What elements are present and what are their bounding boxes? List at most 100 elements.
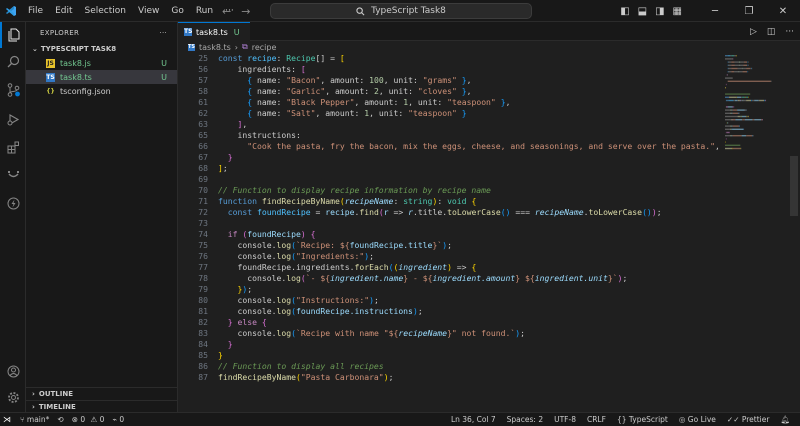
outline-section[interactable]: › OUTLINE	[26, 387, 178, 400]
code-line[interactable]: 76 console.log("Ingredients:");	[178, 251, 723, 262]
ports-status[interactable]: ⌁ 0	[112, 415, 124, 424]
end-of-line[interactable]: CRLF	[587, 415, 606, 424]
code-line[interactable]: 58 { name: "Garlic", amount: 2, unit: "c…	[178, 86, 723, 97]
restore-button[interactable]: ❐	[732, 0, 766, 22]
menu-file[interactable]: File	[22, 0, 49, 22]
menu-run[interactable]: Run	[190, 0, 219, 22]
file-name: task8.js	[60, 58, 91, 68]
code-line[interactable]: 71 function findRecipeByName(recipeName: …	[178, 196, 723, 207]
minimap[interactable]	[723, 53, 787, 163]
account-icon[interactable]	[0, 358, 26, 384]
vertical-scrollbar[interactable]	[788, 41, 800, 391]
minimap-token	[734, 61, 739, 63]
toggle-panel-icon[interactable]: ⬓	[638, 6, 647, 17]
code-line[interactable]: 87 findRecipeByName("Pasta Carbonara");	[178, 372, 723, 383]
customize-layout-icon[interactable]: ▦	[673, 6, 682, 17]
line-source: } else {	[227, 317, 267, 327]
file-item-task8-js[interactable]: JS task8.js U	[26, 56, 177, 70]
back-arrow-icon[interactable]: ←	[222, 5, 231, 18]
code-line[interactable]: 82 } else {	[178, 317, 723, 328]
close-window-button[interactable]: ✕	[766, 0, 800, 22]
ts-file-icon: TS	[184, 28, 193, 36]
code-line[interactable]: 78 console.log(`- ${ingredient.name} - $…	[178, 273, 723, 284]
command-center[interactable]: TypeScript Task8	[270, 3, 532, 19]
code-line[interactable]: 80 console.log("Instructions:");	[178, 295, 723, 306]
title-bar-controls: ◧ ⬓ ◨ ▦ ─ ❐ ✕	[620, 0, 800, 22]
code-line[interactable]: 56 ingredients: [	[178, 64, 723, 75]
line-source: // Function to display recipe informatio…	[218, 185, 491, 195]
sync-icon[interactable]: ⟲	[57, 415, 63, 424]
problems-status[interactable]: ⊗ 0 ⚠ 0	[72, 415, 105, 424]
project-folder-header[interactable]: ⌄ TYPESCRIPT TASK8	[26, 42, 177, 56]
code-line[interactable]: 70 // Function to display recipe informat…	[178, 185, 723, 196]
code-line[interactable]: 69	[178, 174, 723, 185]
code-line[interactable]: 77 foundRecipe.ingredients.forEach((ingr…	[178, 262, 723, 273]
scrollbar-thumb[interactable]	[790, 156, 798, 216]
minimap-token	[725, 55, 728, 57]
minimap-token	[728, 71, 732, 73]
more-actions-icon[interactable]: ···	[785, 27, 794, 37]
code-line[interactable]: 79 });	[178, 284, 723, 295]
code-line[interactable]: 75 console.log(`Recipe: ${foundRecipe.ti…	[178, 240, 723, 251]
breadcrumb-symbol[interactable]: recipe	[252, 43, 277, 52]
explorer-icon[interactable]	[0, 22, 26, 48]
cursor-position[interactable]: Ln 36, Col 7	[451, 415, 496, 424]
code-line[interactable]: 86 // Function to display all recipes	[178, 361, 723, 372]
menu-edit[interactable]: Edit	[49, 0, 78, 22]
run-icon[interactable]: ▷	[750, 27, 757, 37]
code-line[interactable]: 62 { name: "Salt", amount: 1, unit: "tea…	[178, 108, 723, 119]
indentation[interactable]: Spaces: 2	[507, 415, 543, 424]
code-line[interactable]: 25 const recipe: Recipe[] = [	[178, 53, 723, 64]
code-line[interactable]: 85}	[178, 350, 723, 361]
file-item-tsconfig-json[interactable]: {} tsconfig.json	[26, 84, 177, 98]
branch-status[interactable]: ⑂ main*	[20, 415, 49, 424]
code-line[interactable]: 74 if (foundRecipe) {	[178, 229, 723, 240]
source-control-icon[interactable]	[0, 77, 26, 103]
minimap-token	[731, 55, 734, 57]
code-line[interactable]: 83 console.log(`Recipe with name "${reci…	[178, 328, 723, 339]
search-icon[interactable]	[0, 48, 26, 74]
explorer-more-button[interactable]: ···	[159, 29, 167, 37]
split-editor-icon[interactable]: ◫	[767, 27, 776, 37]
json-file-icon: {}	[46, 87, 55, 95]
minimize-button[interactable]: ─	[698, 0, 732, 22]
code-line[interactable]: 81 console.log(foundRecipe.instructions)…	[178, 306, 723, 317]
go-live-button[interactable]: ◎ Go Live	[679, 415, 716, 424]
lightning-icon[interactable]	[0, 190, 26, 216]
code-line[interactable]: 66 "Cook the pasta, fry the bacon, mix t…	[178, 141, 723, 152]
code-line[interactable]: 68];	[178, 163, 723, 174]
minimap-token	[730, 135, 732, 137]
encoding[interactable]: UTF-8	[554, 415, 576, 424]
minimap-token	[746, 109, 747, 111]
settings-gear-icon[interactable]	[0, 384, 26, 410]
remote-explorer-icon[interactable]	[0, 162, 26, 188]
code-editor[interactable]: 25 const recipe: Recipe[] = [56 ingredien…	[178, 53, 723, 391]
menu-view[interactable]: View	[132, 0, 165, 22]
remote-indicator-icon[interactable]: ⋊	[0, 413, 14, 426]
minimap-token	[725, 58, 732, 60]
file-item-task8-ts[interactable]: TS task8.ts U	[26, 70, 177, 84]
toggle-primary-sidebar-icon[interactable]: ◧	[620, 6, 629, 17]
vscode-logo-icon[interactable]	[0, 0, 22, 22]
minimap-token	[725, 147, 733, 150]
notifications-bell-icon[interactable]: 🔔︎	[780, 415, 790, 424]
menu-go[interactable]: Go	[165, 0, 189, 22]
code-line[interactable]: 72 const foundRecipe = recipe.find(r => …	[178, 207, 723, 218]
forward-arrow-icon[interactable]: →	[241, 5, 250, 18]
prettier-status[interactable]: ✓✓ Prettier	[727, 415, 770, 424]
toggle-secondary-sidebar-icon[interactable]: ◨	[655, 6, 664, 17]
code-line[interactable]: 61 { name: "Black Pepper", amount: 1, un…	[178, 97, 723, 108]
breadcrumb-file[interactable]: task8.ts	[199, 43, 231, 52]
menu-selection[interactable]: Selection	[79, 0, 132, 22]
code-line[interactable]: 63 ],	[178, 119, 723, 130]
run-debug-icon[interactable]	[0, 106, 26, 132]
code-line[interactable]: 57 { name: "Bacon", amount: 100, unit: "…	[178, 75, 723, 86]
code-line[interactable]: 84 }	[178, 339, 723, 350]
code-line[interactable]: 67 }	[178, 152, 723, 163]
code-line[interactable]: 65 instructions:	[178, 130, 723, 141]
code-line[interactable]: 73	[178, 218, 723, 229]
extensions-icon[interactable]	[0, 134, 26, 160]
minimap-token	[725, 87, 727, 89]
tab-task8-ts[interactable]: TS task8.ts U	[178, 22, 250, 41]
language-mode[interactable]: {} TypeScript	[617, 415, 668, 424]
